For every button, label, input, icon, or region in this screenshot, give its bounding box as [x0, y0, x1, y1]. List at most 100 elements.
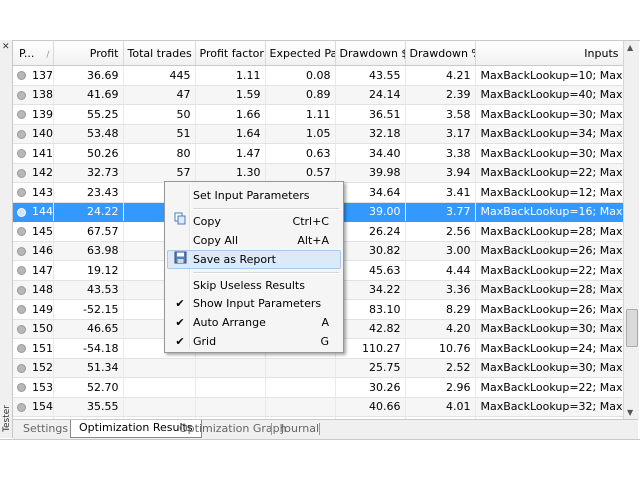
- menu-item-show-input-parameters[interactable]: ✔ Show Input Parameters: [167, 294, 341, 313]
- expected-payoff-cell: 0.89: [265, 85, 336, 105]
- scroll-up-icon[interactable]: ▲: [627, 43, 633, 52]
- inputs-cell: MaxBackLookup=22; MaxBack...: [475, 260, 623, 281]
- trades-cell: 47: [123, 85, 196, 105]
- pass-number: 138: [32, 88, 53, 102]
- inputs-cell: MaxBackLookup=28; MaxBack...: [475, 280, 623, 300]
- inputs-cell: MaxBackLookup=30; MaxBack...: [475, 104, 623, 125]
- profit-factor-cell: 1.59: [195, 85, 266, 105]
- pass-status-icon: [17, 168, 26, 178]
- profit-cell: 53.48: [53, 124, 124, 144]
- pass-status-icon: [17, 110, 26, 120]
- tester-side-panel: ✕ Tester: [0, 40, 13, 438]
- checkmark-icon: ✔: [175, 335, 185, 348]
- profit-cell: 51.34: [53, 358, 124, 378]
- menu-separator: [193, 208, 339, 210]
- drawdown-usd-cell: 45.63: [335, 260, 406, 281]
- table-row[interactable]: 139 55.25 50 1.66 1.11 36.51 3.58 MaxBackLookup…: [13, 104, 623, 125]
- drawdown-usd-cell: 40.66: [335, 397, 406, 417]
- pass-cell: 148: [13, 280, 54, 300]
- pass-status-icon: [17, 363, 26, 373]
- profit-cell: 52.70: [53, 377, 124, 398]
- tab-settings[interactable]: Settings: [15, 421, 76, 437]
- scrollbar-thumb[interactable]: [626, 309, 638, 347]
- pass-cell: 153: [13, 377, 54, 398]
- drawdown-pct-cell: 3.38: [405, 143, 476, 164]
- table-row[interactable]: 142 32.73 57 1.30 0.57 39.98 3.94 MaxBackLookup…: [13, 163, 623, 183]
- tab-separator: [319, 423, 320, 435]
- pass-status-icon: [17, 266, 26, 276]
- expected-payoff-cell: [265, 377, 336, 398]
- drawdown-pct-cell: 3.17: [405, 124, 476, 144]
- drawdown-pct-cell: 4.44: [405, 260, 476, 281]
- close-icon[interactable]: ✕: [2, 42, 10, 52]
- profit-cell: 67.57: [53, 221, 124, 242]
- column-header-drawdown-usd[interactable]: Drawdown $: [335, 41, 406, 66]
- pass-number: 145: [32, 224, 53, 238]
- pass-cell: 141: [13, 143, 54, 164]
- profit-cell: 36.69: [53, 65, 124, 86]
- profit-factor-cell: 1.30: [195, 163, 266, 183]
- menu-item-set-input-parameters[interactable]: Set Input Parameters: [167, 186, 341, 205]
- expected-payoff-cell: 1.05: [265, 124, 336, 144]
- table-row[interactable]: 15352.70 30.262.96MaxBackLookup=22; MaxBa…: [13, 377, 623, 398]
- drawdown-pct-cell: 3.94: [405, 163, 476, 183]
- table-row[interactable]: 137 36.69 445 1.11 0.08 43.55 4.21 MaxBackLooku…: [13, 65, 623, 86]
- drawdown-pct-cell: 4.01: [405, 397, 476, 417]
- scroll-down-icon[interactable]: ▼: [627, 408, 633, 417]
- pass-number: 152: [32, 361, 53, 375]
- menu-separator: [193, 272, 339, 274]
- drawdown-pct-cell: 3.77: [405, 202, 476, 222]
- vertical-scrollbar[interactable]: ▲ ▼: [623, 41, 639, 419]
- menu-item-copy[interactable]: Copy Ctrl+C: [167, 212, 341, 231]
- pass-number: 140: [32, 127, 53, 141]
- menu-item-grid[interactable]: ✔ Grid G: [167, 332, 341, 351]
- pass-cell: 144: [13, 202, 54, 222]
- drawdown-pct-cell: 3.00: [405, 241, 476, 261]
- header-row: P... / Profit Total trades Profit factor …: [13, 41, 623, 66]
- trades-cell: 51: [123, 124, 196, 144]
- menu-item-skip-useless-results[interactable]: Skip Useless Results: [167, 276, 341, 295]
- inputs-cell: MaxBackLookup=26; MaxBack...: [475, 299, 623, 320]
- table-row[interactable]: 140 53.48 51 1.64 1.05 32.18 3.17 MaxBackLookup…: [13, 124, 623, 144]
- pass-cell: 142: [13, 163, 54, 183]
- pass-status-icon: [17, 227, 26, 237]
- pass-status-icon: [17, 149, 26, 159]
- drawdown-pct-cell: 3.36: [405, 280, 476, 300]
- pass-number: 154: [32, 400, 53, 414]
- table-row[interactable]: 141 50.26 80 1.47 0.63 34.40 3.38 MaxBackLookup…: [13, 143, 623, 164]
- inputs-cell: MaxBackLookup=30; MaxBack...: [475, 358, 623, 378]
- table-row[interactable]: 15251.34 25.752.52MaxBackLookup=30; MaxBa…: [13, 358, 623, 378]
- column-header-profit-factor[interactable]: Profit factor: [195, 41, 266, 66]
- pass-cell: 147: [13, 260, 54, 281]
- inputs-cell: MaxBackLookup=12; MaxBack...: [475, 182, 623, 203]
- column-header-profit[interactable]: Profit: [53, 41, 124, 66]
- column-header-drawdown-pct[interactable]: Drawdown %: [405, 41, 476, 66]
- pass-cell: 143: [13, 182, 54, 203]
- profit-cell: 55.25: [53, 104, 124, 125]
- menu-item-copy-all[interactable]: Copy All Alt+A: [167, 231, 341, 250]
- menu-item-auto-arrange[interactable]: ✔ Auto Arrange A: [167, 313, 341, 332]
- pass-status-icon: [17, 324, 26, 334]
- profit-factor-cell: [195, 377, 266, 398]
- column-header-total-trades[interactable]: Total trades: [123, 41, 196, 66]
- pass-status-icon: [17, 285, 26, 295]
- column-header-expected-payoff[interactable]: Expected Pa...: [265, 41, 336, 66]
- pass-number: 137: [32, 68, 53, 82]
- table-row[interactable]: 15435.55 40.664.01MaxBackLookup=32; MaxBa…: [13, 397, 623, 417]
- drawdown-pct-cell: 3.58: [405, 104, 476, 125]
- pass-cell: 149: [13, 299, 54, 320]
- drawdown-pct-cell: 2.52: [405, 358, 476, 378]
- column-header-pass[interactable]: P... /: [13, 41, 54, 66]
- inputs-cell: MaxBackLookup=34; MaxBack...: [475, 124, 623, 144]
- trades-cell: 445: [123, 65, 196, 86]
- table-row[interactable]: 138 41.69 47 1.59 0.89 24.14 2.39 MaxBackLookup…: [13, 85, 623, 105]
- menu-item-save-as-report[interactable]: Save as Report: [167, 250, 341, 269]
- drawdown-pct-cell: 4.20: [405, 319, 476, 339]
- profit-cell: 50.26: [53, 143, 124, 164]
- drawdown-usd-cell: 26.24: [335, 221, 406, 242]
- pass-status-icon: [17, 246, 26, 256]
- inputs-cell: MaxBackLookup=16; MaxBack...: [475, 202, 623, 222]
- inputs-cell: MaxBackLookup=30; MaxBack...: [475, 143, 623, 164]
- column-header-inputs[interactable]: Inputs: [475, 41, 623, 66]
- drawdown-usd-cell: 32.18: [335, 124, 406, 144]
